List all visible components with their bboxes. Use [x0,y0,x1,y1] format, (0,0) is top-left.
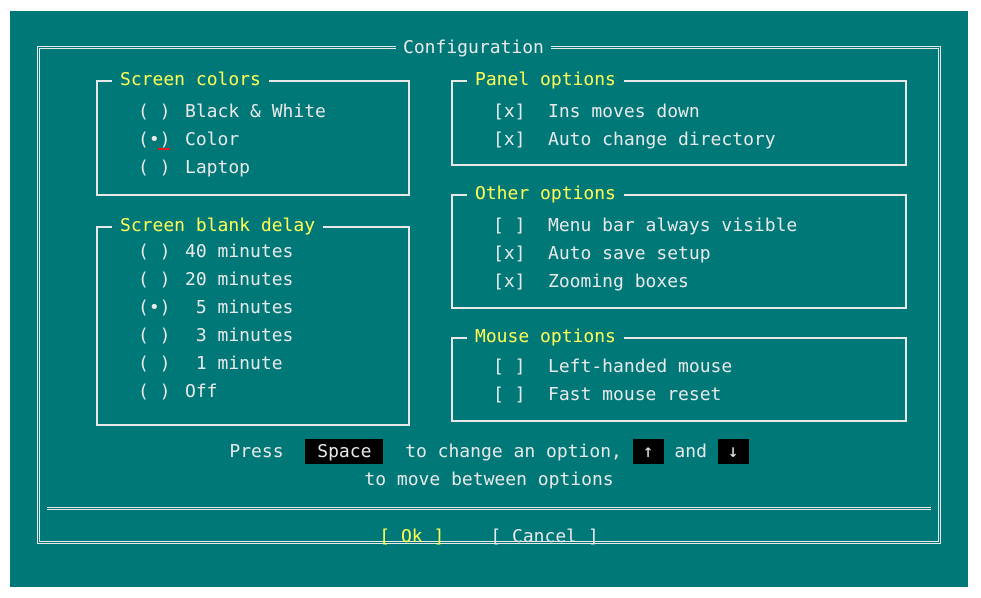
panel-options-title: Panel options [467,69,624,91]
focus-cursor [158,148,170,150]
radio-mark: ( ) [138,101,171,122]
checkbox-label: Fast mouse reset [548,384,722,405]
radio-off[interactable]: ( ) Off [98,378,408,406]
checkbox-auto-save-setup[interactable]: [x] Auto save setup [453,240,905,268]
screen-blank-delay-title: Screen blank delay [112,215,324,237]
down-arrow-icon: ↓ [717,439,749,464]
radio-3-minutes[interactable]: ( ) 3 minutes [98,322,408,350]
radio-40-minutes[interactable]: ( ) 40 minutes [98,238,408,266]
radio-label: 40 minutes [185,241,294,262]
checkbox-label: Menu bar always visible [548,215,798,236]
space-key: Space [305,439,384,464]
checkbox-mark: [x] [493,101,526,122]
radio-mark: ( ) [138,157,171,178]
other-options-title: Other options [467,183,624,205]
radio-mark: ( ) [138,269,171,290]
radio-label: 1 minute [185,353,283,374]
hint-line-1: Press Space to change an option, ↑ and ↓ [10,438,968,466]
mouse-options-group: Mouse options [ ] Left-handed mouse [ ] Fa… [451,326,907,422]
checkbox-zooming-boxes[interactable]: [x] Zooming boxes [453,268,905,296]
button-row: [ Ok ] [ Cancel ] [10,523,968,551]
checkbox-mark: [ ] [493,384,526,405]
checkbox-label: Auto change directory [548,129,776,150]
configuration-dialog: Configuration Screen colors ( ) Black & W… [10,11,968,587]
radio-label: Black & White [185,101,326,122]
radio-5-minutes[interactable]: (•) 5 minutes [98,294,408,322]
checkbox-left-handed-mouse[interactable]: [ ] Left-handed mouse [453,353,905,381]
mouse-options-title: Mouse options [467,326,624,348]
checkbox-mark: [ ] [493,356,526,377]
button-divider [47,507,931,510]
checkbox-label: Ins moves down [548,101,700,122]
radio-mark: ( ) [138,325,171,346]
checkbox-mark: [x] [493,271,526,292]
radio-label: Laptop [185,157,251,178]
checkbox-label: Auto save setup [548,243,711,264]
checkbox-mark: [x] [493,243,526,264]
radio-mark: ( ) [138,353,171,374]
radio-laptop[interactable]: ( ) Laptop [98,154,408,182]
other-options-group: Other options [ ] Menu bar always visible… [451,183,907,309]
hint-middle: to change an option, [405,441,622,462]
radio-mark: ( ) [138,241,171,262]
checkbox-mark: [ ] [493,215,526,236]
hint-and: and [674,441,707,462]
radio-1-minute[interactable]: ( ) 1 minute [98,350,408,378]
ok-button[interactable]: [ Ok ] [379,526,444,547]
radio-label: Off [185,381,218,402]
radio-mark: (•) [138,297,171,318]
checkbox-mark: [x] [493,129,526,150]
checkbox-label: Zooming boxes [548,271,689,292]
up-arrow-icon: ↑ [632,439,664,464]
radio-20-minutes[interactable]: ( ) 20 minutes [98,266,408,294]
radio-label: Color [185,129,240,150]
screen-blank-delay-group: Screen blank delay ( ) 40 minutes ( ) 20 m… [96,215,410,426]
radio-color[interactable]: (•) Color [98,126,408,154]
hint-line-2: to move between options [364,469,614,490]
radio-label: 20 minutes [185,269,294,290]
radio-mark: ( ) [138,381,171,402]
radio-label: 5 minutes [185,297,294,318]
screen-colors-group: Screen colors ( ) Black & White (•) Color … [96,69,410,196]
checkbox-fast-mouse-reset[interactable]: [ ] Fast mouse reset [453,381,905,409]
dialog-title: Configuration [396,38,551,58]
checkbox-menu-bar-visible[interactable]: [ ] Menu bar always visible [453,212,905,240]
radio-black-white[interactable]: ( ) Black & White [98,98,408,126]
checkbox-label: Left-handed mouse [548,356,733,377]
radio-label: 3 minutes [185,325,294,346]
screen-colors-title: Screen colors [112,69,269,91]
cancel-button[interactable]: [ Cancel ] [490,526,598,547]
hint-press: Press [229,441,284,462]
panel-options-group: Panel options [x] Ins moves down [x] Auto … [451,69,907,166]
checkbox-auto-change-directory[interactable]: [x] Auto change directory [453,126,905,154]
checkbox-ins-moves-down[interactable]: [x] Ins moves down [453,98,905,126]
